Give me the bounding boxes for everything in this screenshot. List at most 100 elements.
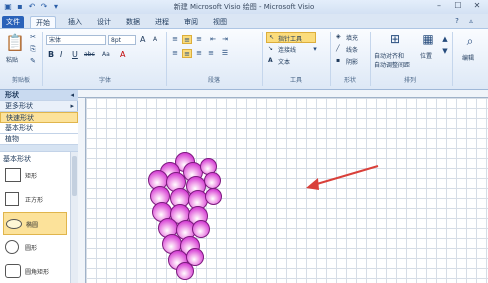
minimize-icon[interactable]: – <box>430 0 448 12</box>
align-bottom-icon[interactable]: ≡ <box>194 35 204 44</box>
align-middle-icon[interactable]: ≡ <box>182 35 192 44</box>
shape-group-label: 形状 <box>343 77 356 84</box>
close-icon[interactable]: ✕ <box>468 0 486 12</box>
stencil-area: 基本形状 矩形 正方形 椭圆 圆形 圆角矩形 <box>0 152 70 283</box>
auto-align-icon[interactable]: ⊞ <box>386 31 404 47</box>
shapes-scrollbar[interactable] <box>70 152 78 283</box>
annotation-arrow <box>306 165 379 190</box>
tab-data[interactable]: 数据 <box>122 16 144 28</box>
quick-shapes-row[interactable]: 快速形状 <box>0 112 78 123</box>
ellipse-icon <box>6 219 22 229</box>
ribbon-minimize-icon[interactable]: ▵ <box>466 16 476 26</box>
basic-shapes-row[interactable]: 基本形状 <box>0 123 78 134</box>
line-icon[interactable]: ╱ <box>336 45 340 52</box>
tools-more-icon[interactable]: ▾ <box>310 45 320 54</box>
arrow-head <box>306 178 319 190</box>
tab-review[interactable]: 审阅 <box>180 16 202 28</box>
tab-home[interactable]: 开始 <box>30 16 56 28</box>
shapes-pane-header: 形状 ◂ <box>0 90 78 101</box>
font-color-button[interactable]: A <box>120 50 125 59</box>
justify-icon[interactable]: ≡ <box>206 49 216 58</box>
paste-icon[interactable]: 📋 <box>4 32 26 54</box>
editing-button[interactable]: 编辑 <box>462 53 474 62</box>
auto-space-button[interactable]: 自动调整间距 <box>374 60 410 69</box>
more-shapes-label: 更多形状 <box>5 102 33 110</box>
italic-button[interactable]: I <box>60 50 62 59</box>
collapse-pane-icon[interactable]: ◂ <box>70 90 74 101</box>
align-top-icon[interactable]: ≡ <box>170 35 180 44</box>
copy-icon[interactable]: ⎘ <box>28 45 38 54</box>
strikethrough-button[interactable]: abc <box>84 51 95 58</box>
align-center-icon[interactable]: ≡ <box>182 49 192 58</box>
fill-button[interactable]: 填充 <box>346 33 358 42</box>
pointer-icon: ↖ <box>269 34 275 41</box>
position-button[interactable]: 位置 <box>420 51 432 60</box>
cut-icon[interactable]: ✂ <box>28 33 38 42</box>
font-size-box[interactable]: 8pt <box>108 35 136 45</box>
square-icon <box>5 192 19 206</box>
more-shapes-row[interactable]: 更多形状 ▸ <box>0 101 78 112</box>
shadow-icon[interactable]: ▪ <box>336 57 340 64</box>
bullets-icon[interactable]: ☰ <box>220 49 230 58</box>
arrange-group-label: 排列 <box>403 77 416 84</box>
arrow-shaft <box>309 165 379 187</box>
bring-front-icon[interactable]: ▲ <box>440 35 450 44</box>
text-tool-button[interactable]: 文本 <box>278 57 290 66</box>
increase-indent-icon[interactable]: ⇥ <box>220 35 230 44</box>
shape-rounded-rectangle[interactable]: 圆角矩形 <box>3 260 67 283</box>
font-name-box[interactable]: 宋体 <box>46 35 106 45</box>
grow-font-button[interactable]: A <box>140 35 145 44</box>
paragraph-group-label: 段落 <box>207 77 220 84</box>
auto-align-button[interactable]: 自动对齐和 <box>374 51 404 60</box>
tab-file[interactable]: 文件 <box>2 16 24 28</box>
clipboard-group-label: 剪贴板 <box>11 77 30 84</box>
bold-button[interactable]: B <box>48 50 54 59</box>
shape-square[interactable]: 正方形 <box>3 188 67 211</box>
shape-label: 正方形 <box>25 197 44 204</box>
change-case-button[interactable]: Aa <box>102 51 110 58</box>
pointer-tool-button[interactable]: ↖ 指针工具 <box>266 32 316 43</box>
help-icon[interactable]: ? <box>452 16 462 26</box>
tab-design[interactable]: 设计 <box>93 16 115 28</box>
drawing-canvas[interactable] <box>86 98 488 283</box>
pointer-tool-label: 指针工具 <box>278 36 303 43</box>
shape-label: 矩形 <box>25 173 38 180</box>
send-back-icon[interactable]: ▼ <box>440 47 450 56</box>
horizontal-ruler <box>78 90 488 98</box>
rounded-rectangle-icon <box>5 264 21 278</box>
circle-icon <box>5 240 19 254</box>
shape-circle[interactable]: 圆形 <box>3 236 67 259</box>
align-left-icon[interactable]: ≡ <box>170 49 180 58</box>
paste-button[interactable]: 粘贴 <box>6 55 18 64</box>
plant-shapes-row[interactable]: 植物 <box>0 134 78 145</box>
group-separator <box>42 32 43 86</box>
shape-label: 椭圆 <box>26 222 39 229</box>
tab-view[interactable]: 视图 <box>209 16 231 28</box>
tab-process[interactable]: 进程 <box>151 16 173 28</box>
connector-button[interactable]: 连接线 <box>278 45 296 54</box>
shadow-button[interactable]: 阴影 <box>346 57 358 66</box>
pane-divider <box>0 145 78 152</box>
chevron-right-icon: ▸ <box>70 102 74 110</box>
title-bar: ▣ ▪ ↶ ↷ ▾ 新建 Microsoft Visio 绘图 - Micros… <box>0 0 488 14</box>
shrink-font-button[interactable]: A <box>153 36 157 43</box>
shapes-pane: 形状 ◂ 更多形状 ▸ 快速形状 基本形状 植物 基本形状 矩形 正方形 椭圆 … <box>0 90 78 283</box>
tab-insert[interactable]: 插入 <box>64 16 86 28</box>
decrease-indent-icon[interactable]: ⇤ <box>208 35 218 44</box>
maximize-icon[interactable]: ☐ <box>449 0 467 12</box>
underline-button[interactable]: U <box>72 50 78 59</box>
shape-label: 圆形 <box>25 245 38 252</box>
group-separator <box>452 32 453 86</box>
find-icon[interactable]: ⌕ <box>462 33 478 49</box>
scrollbar-thumb[interactable] <box>72 156 77 196</box>
text-tool-icon[interactable]: A <box>268 57 273 64</box>
stencil-title: 基本形状 <box>3 155 31 163</box>
align-right-icon[interactable]: ≡ <box>194 49 204 58</box>
connector-icon[interactable]: ↘ <box>268 45 273 52</box>
shape-rectangle[interactable]: 矩形 <box>3 164 67 187</box>
format-painter-icon[interactable]: ✎ <box>28 57 38 66</box>
position-icon[interactable]: ▦ <box>420 31 436 47</box>
line-button[interactable]: 线条 <box>346 45 358 54</box>
fill-icon[interactable]: ◈ <box>336 33 341 40</box>
shape-ellipse[interactable]: 椭圆 <box>3 212 67 235</box>
